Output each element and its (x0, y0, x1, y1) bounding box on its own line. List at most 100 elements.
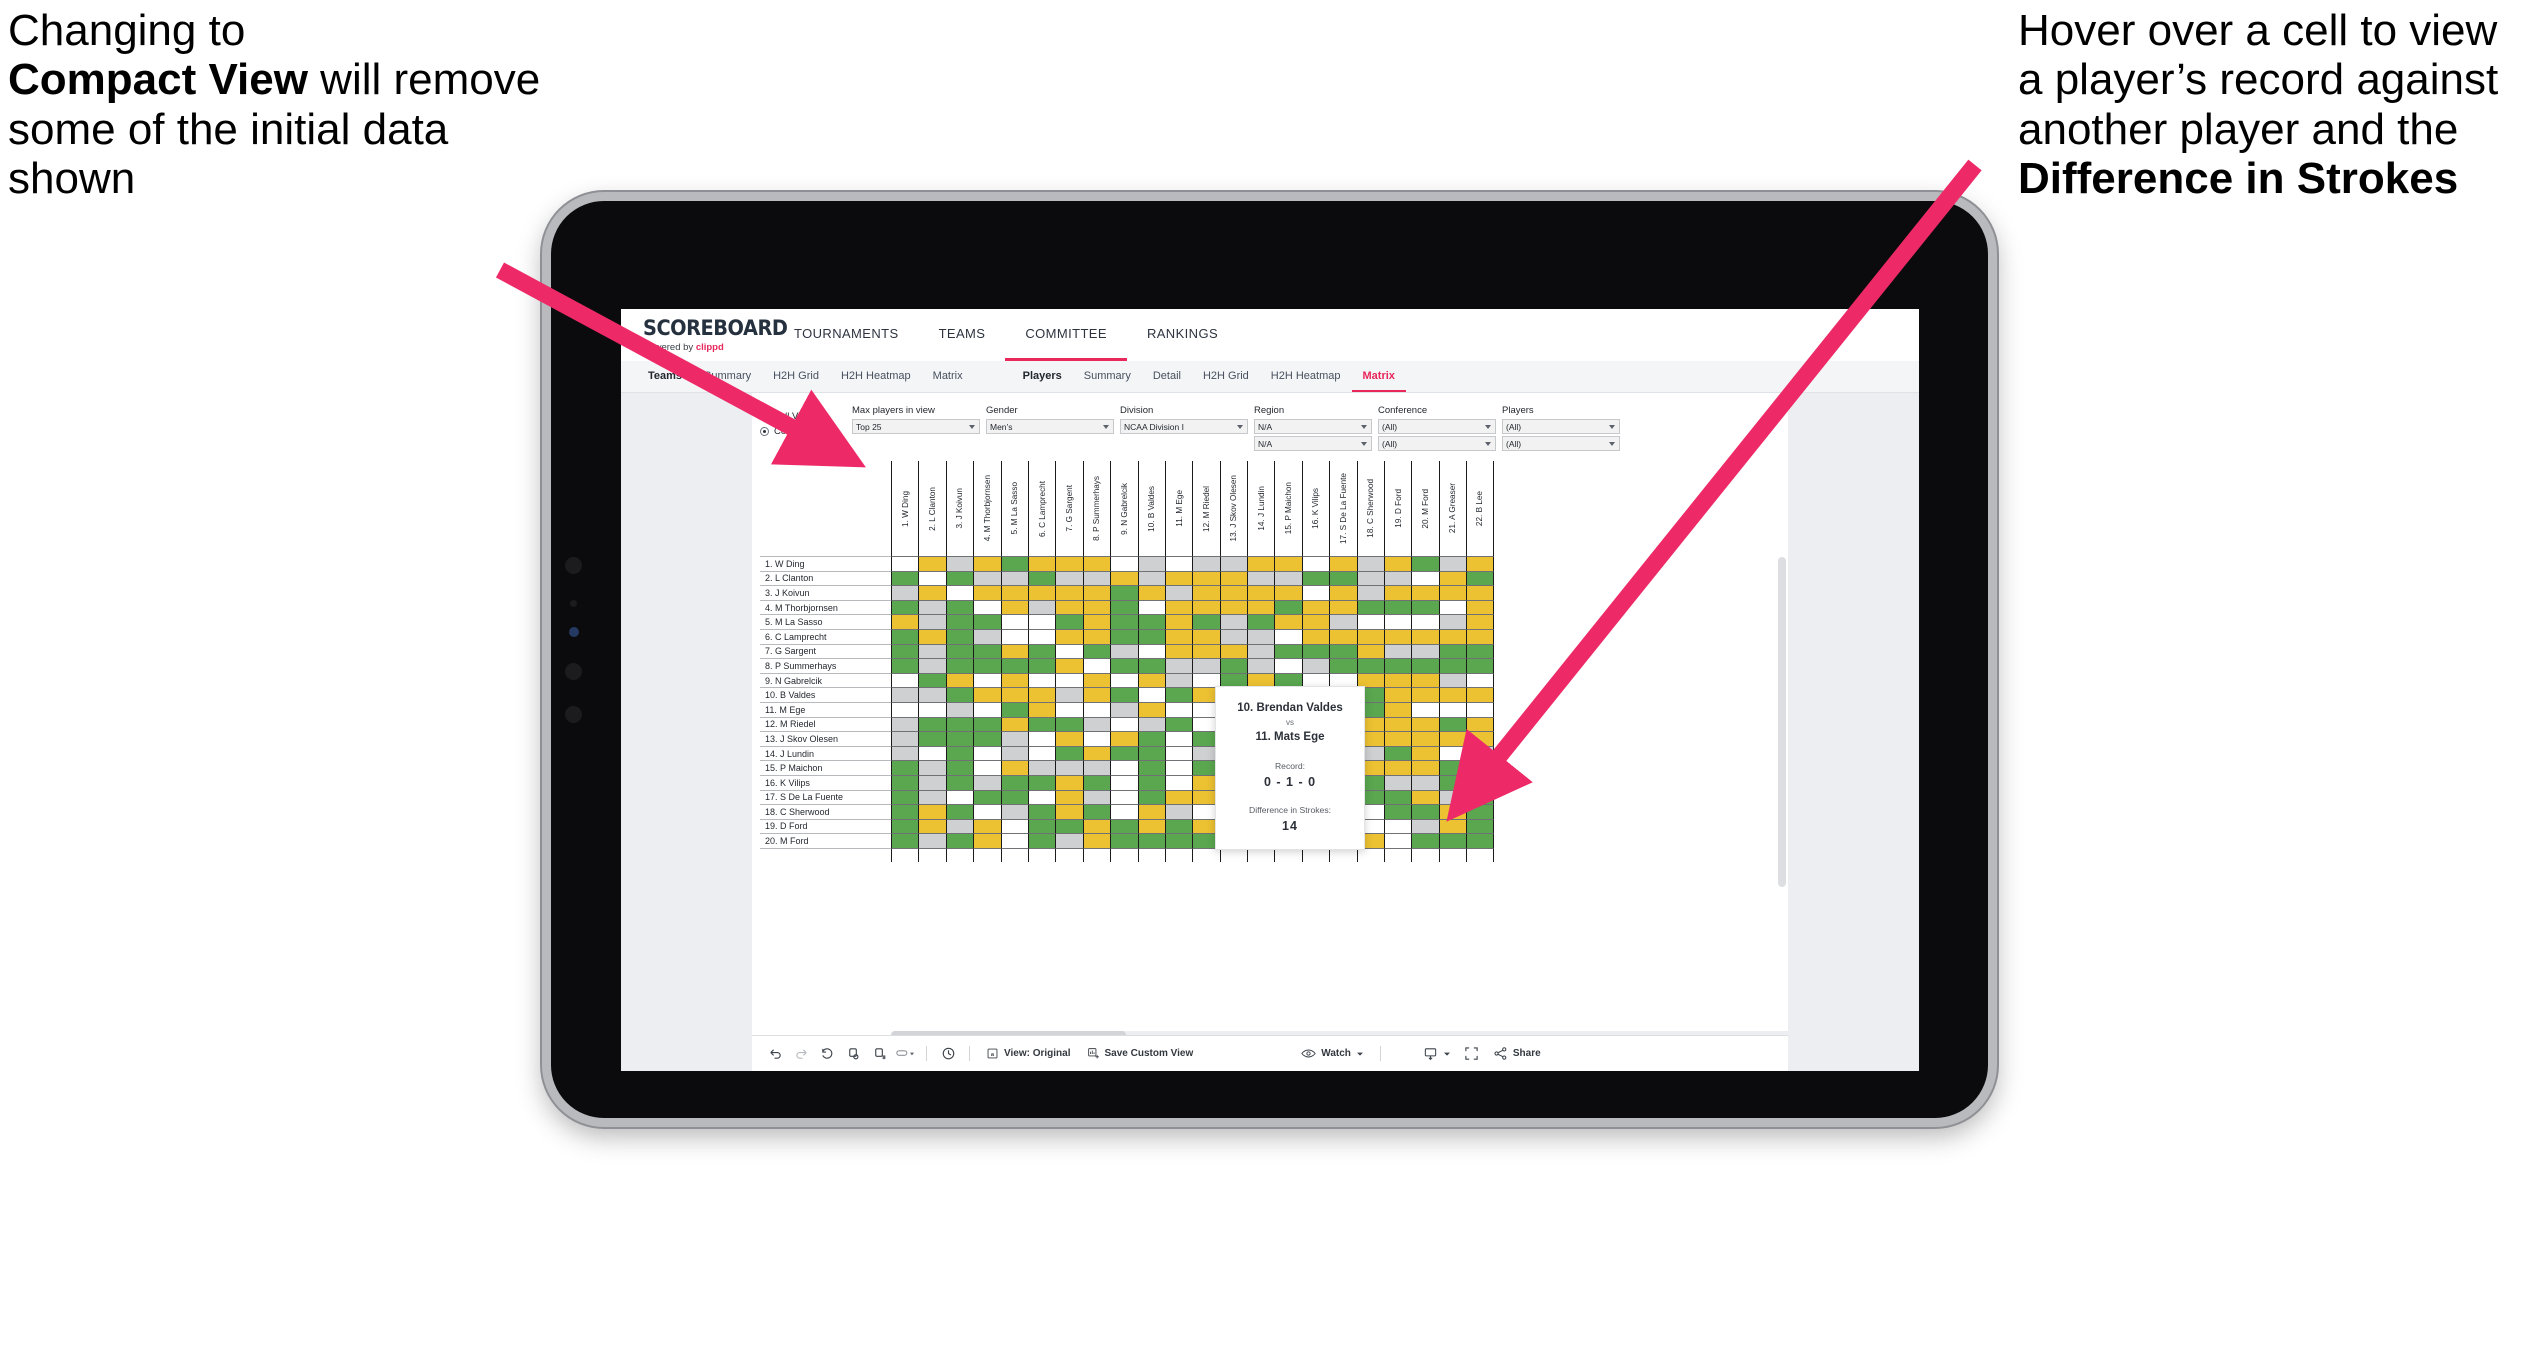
matrix-cell[interactable] (918, 760, 946, 775)
matrix-cell[interactable] (1055, 701, 1083, 717)
matrix-cell[interactable] (1466, 833, 1494, 848)
matrix-cell[interactable] (1137, 774, 1165, 790)
matrix-cell[interactable] (1027, 760, 1056, 775)
refresh-icon[interactable] (840, 1041, 866, 1067)
matrix-cell[interactable] (918, 643, 946, 659)
matrix-cell[interactable] (945, 701, 974, 717)
matrix-cell[interactable] (1027, 643, 1056, 659)
matrix-cell[interactable] (945, 585, 974, 600)
matrix-cell[interactable] (1137, 570, 1165, 586)
matrix-cell[interactable] (1027, 585, 1056, 600)
matrix-cell[interactable] (1274, 599, 1302, 615)
matrix-cell[interactable] (891, 701, 919, 717)
matrix-cell[interactable] (1219, 585, 1248, 600)
matrix-cell[interactable] (945, 818, 974, 834)
matrix-cell[interactable] (973, 628, 1001, 644)
matrix-cell[interactable] (1329, 614, 1357, 629)
matrix-cell[interactable] (1000, 745, 1028, 761)
matrix-cell[interactable] (973, 833, 1001, 848)
matrix-cell[interactable] (1027, 818, 1056, 834)
matrix-cell[interactable] (1219, 628, 1248, 644)
matrix-cell[interactable] (1411, 716, 1439, 732)
matrix-cell[interactable] (1082, 731, 1111, 746)
matrix-cell[interactable] (1027, 731, 1056, 746)
matrix-cell[interactable] (1466, 585, 1494, 600)
matrix-cell[interactable] (1384, 701, 1412, 717)
subnav-players-h2h-grid[interactable]: H2H Grid (1192, 361, 1260, 392)
matrix-cell[interactable] (1438, 643, 1467, 659)
matrix-cell[interactable] (1082, 585, 1111, 600)
matrix-cell[interactable] (1411, 599, 1439, 615)
matrix-cell[interactable] (1247, 599, 1275, 615)
matrix-cell[interactable] (1055, 672, 1083, 688)
matrix-cell[interactable] (1192, 658, 1220, 673)
matrix-cell[interactable] (1055, 760, 1083, 775)
matrix-cell[interactable] (1411, 643, 1439, 659)
matrix-cell[interactable] (973, 818, 1001, 834)
topnav-item-rankings[interactable]: RANKINGS (1127, 309, 1238, 361)
matrix-cell[interactable] (1164, 643, 1193, 659)
topnav-item-tournaments[interactable]: TOURNAMENTS (774, 309, 919, 361)
matrix-cell[interactable] (1247, 614, 1275, 629)
matrix-cell[interactable] (1466, 716, 1494, 732)
matrix-cell[interactable] (1301, 658, 1330, 673)
matrix-cell[interactable] (1384, 556, 1412, 571)
matrix-cell[interactable] (1247, 556, 1275, 571)
matrix-cell[interactable] (1082, 716, 1111, 732)
matrix-cell[interactable] (1247, 628, 1275, 644)
matrix-cell[interactable] (1137, 818, 1165, 834)
matrix-cell[interactable] (1137, 643, 1165, 659)
view-original-button[interactable]: a View: Original (978, 1041, 1079, 1067)
matrix-cell[interactable] (1411, 818, 1439, 834)
watch-button[interactable]: Watch (1293, 1041, 1372, 1067)
filter-conference-select-2[interactable]: (All) (1378, 436, 1496, 451)
matrix-cell[interactable] (1055, 833, 1083, 848)
matrix-cell[interactable] (1466, 804, 1494, 819)
matrix-cell[interactable] (945, 789, 974, 805)
matrix-cell[interactable] (1110, 628, 1138, 644)
matrix-cell[interactable] (891, 818, 919, 834)
matrix-cell[interactable] (891, 599, 919, 615)
matrix-cell[interactable] (918, 818, 946, 834)
matrix-cell[interactable] (973, 599, 1001, 615)
matrix-cell[interactable] (1438, 745, 1467, 761)
matrix-cell[interactable] (1411, 804, 1439, 819)
matrix-cell[interactable] (1219, 570, 1248, 586)
matrix-cell[interactable] (1110, 658, 1138, 673)
matrix-cell[interactable] (945, 745, 974, 761)
matrix-cell[interactable] (1082, 672, 1111, 688)
matrix-cell[interactable] (1219, 614, 1248, 629)
matrix-cell[interactable] (1137, 599, 1165, 615)
matrix-cell[interactable] (1164, 585, 1193, 600)
matrix-cell[interactable] (1055, 818, 1083, 834)
matrix-cell[interactable] (1274, 628, 1302, 644)
matrix-cell[interactable] (1466, 760, 1494, 775)
matrix-cell[interactable] (1027, 833, 1056, 848)
matrix-cell[interactable] (1301, 628, 1330, 644)
matrix-cell[interactable] (973, 731, 1001, 746)
matrix-cell[interactable] (1137, 556, 1165, 571)
matrix-cell[interactable] (1164, 760, 1193, 775)
matrix-cell[interactable] (1000, 643, 1028, 659)
matrix-cell[interactable] (1137, 833, 1165, 848)
matrix-cell[interactable] (918, 701, 946, 717)
matrix-cell[interactable] (1466, 556, 1494, 571)
topnav-item-teams[interactable]: TEAMS (919, 309, 1006, 361)
matrix-cell[interactable] (918, 585, 946, 600)
matrix-cell[interactable] (891, 570, 919, 586)
matrix-cell[interactable] (1411, 760, 1439, 775)
matrix-cell[interactable] (973, 687, 1001, 702)
matrix-cell[interactable] (1329, 628, 1357, 644)
matrix-cell[interactable] (1192, 585, 1220, 600)
matrix-cell[interactable] (1329, 585, 1357, 600)
matrix-cell[interactable] (1466, 570, 1494, 586)
matrix-cell[interactable] (945, 614, 974, 629)
filter-division-select[interactable]: NCAA Division I (1120, 419, 1248, 434)
matrix-cell[interactable] (945, 599, 974, 615)
matrix-cell[interactable] (1466, 745, 1494, 761)
matrix-cell[interactable] (1082, 599, 1111, 615)
matrix-cell[interactable] (1192, 556, 1220, 571)
matrix-cell[interactable] (1027, 716, 1056, 732)
matrix-cell[interactable] (1438, 774, 1467, 790)
matrix-cell[interactable] (1164, 556, 1193, 571)
